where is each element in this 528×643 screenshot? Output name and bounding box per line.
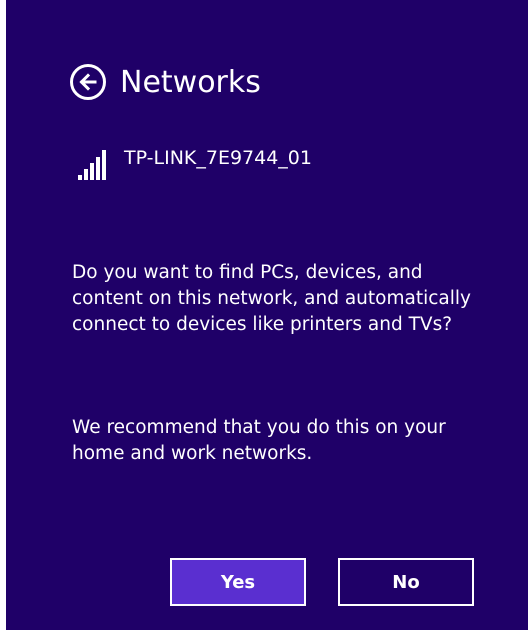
wifi-signal-icon (78, 146, 106, 180)
network-name: TP-LINK_7E9744_01 (124, 147, 312, 169)
back-arrow-icon (78, 72, 98, 92)
panel-header: Networks (70, 58, 261, 106)
yes-button[interactable]: Yes (170, 558, 306, 606)
discovery-question: Do you want to find PCs, devices, and co… (72, 262, 471, 335)
no-button[interactable]: No (338, 558, 474, 606)
back-button[interactable] (70, 64, 106, 100)
network-item: TP-LINK_7E9744_01 (78, 146, 312, 180)
recommendation-text: We recommend that you do this on your ho… (72, 417, 446, 464)
network-sharing-panel: Networks TP-LINK_7E9744_01 Do you want t… (6, 0, 528, 630)
page-title: Networks (120, 64, 261, 100)
